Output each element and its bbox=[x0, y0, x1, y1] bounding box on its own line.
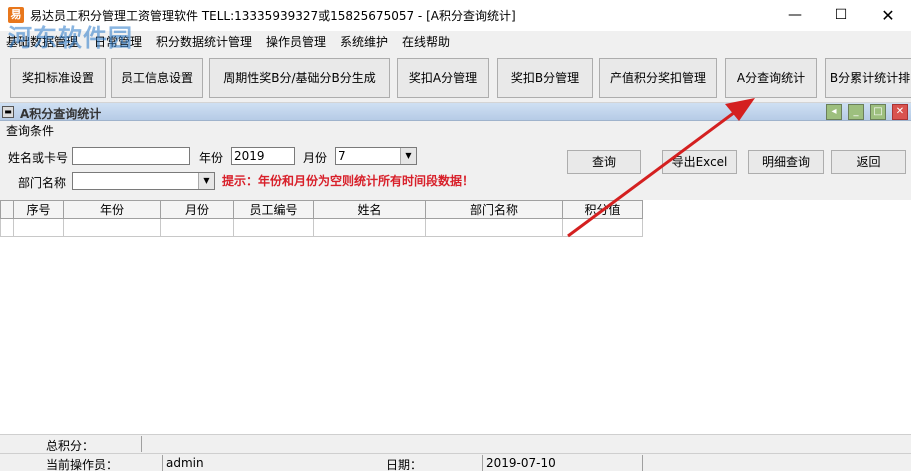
row-indicator[interactable] bbox=[0, 218, 14, 237]
close-icon[interactable]: ✕ bbox=[865, 0, 911, 31]
reward-standard-button[interactable]: 奖扣标准设置 bbox=[10, 58, 106, 98]
menu-bar: 基础数据管理 日常管理 积分数据统计管理 操作员管理 系统维护 在线帮助 bbox=[0, 31, 911, 51]
chevron-down-icon[interactable]: ▼ bbox=[198, 173, 214, 189]
child-maximize-icon[interactable]: □ bbox=[870, 104, 886, 120]
year-label: 年份 bbox=[199, 151, 224, 165]
employee-info-button[interactable]: 员工信息设置 bbox=[111, 58, 203, 98]
chevron-down-icon[interactable]: ▼ bbox=[400, 148, 416, 164]
total-points-bar: 总积分： bbox=[0, 434, 911, 453]
app-icon: 易 bbox=[8, 7, 24, 23]
col-header-department[interactable]: 部门名称 bbox=[425, 200, 563, 219]
results-grid[interactable]: 序号 年份 月份 员工编号 姓名 部门名称 积分值 bbox=[0, 200, 911, 434]
col-header-index[interactable]: 序号 bbox=[13, 200, 64, 219]
a-points-manage-button[interactable]: 奖扣A分管理 bbox=[397, 58, 489, 98]
window-menu-icon[interactable]: ▬ bbox=[2, 106, 14, 118]
child-restore-icon[interactable]: ◂ bbox=[826, 104, 842, 120]
maximize-icon[interactable]: ☐ bbox=[818, 0, 864, 31]
col-header-name[interactable]: 姓名 bbox=[313, 200, 426, 219]
cell-department[interactable] bbox=[425, 218, 563, 237]
menu-points-stats[interactable]: 积分数据统计管理 bbox=[156, 33, 252, 50]
window-title: 易达员工积分管理工资管理软件 TELL:13335939327或15825675… bbox=[30, 9, 516, 23]
window-titlebar: 易 易达员工积分管理工资管理软件 TELL:13335939327或158256… bbox=[0, 0, 911, 31]
cell-month[interactable] bbox=[160, 218, 234, 237]
cell-points[interactable] bbox=[562, 218, 643, 237]
query-group-label: 查询条件 bbox=[6, 124, 55, 138]
month-value: 7 bbox=[338, 149, 346, 163]
export-excel-button[interactable]: 导出Excel bbox=[662, 150, 737, 174]
cell-employee-id[interactable] bbox=[233, 218, 314, 237]
operator-value: admin bbox=[162, 455, 362, 471]
operator-label: 当前操作员： bbox=[46, 458, 119, 471]
name-input[interactable] bbox=[72, 147, 190, 165]
date-value: 2019-07-10 bbox=[482, 455, 642, 471]
cell-index[interactable] bbox=[13, 218, 64, 237]
hint-text: 提示：年份和月份为空则统计所有时间段数据！ bbox=[222, 174, 475, 188]
menu-operators[interactable]: 操作员管理 bbox=[266, 33, 326, 50]
col-header-points[interactable]: 积分值 bbox=[562, 200, 643, 219]
results-table: 序号 年份 月份 员工编号 姓名 部门名称 积分值 bbox=[0, 200, 643, 237]
child-window-title: A积分查询统计 bbox=[20, 107, 102, 121]
back-button[interactable]: 返回 bbox=[831, 150, 906, 174]
month-label: 月份 bbox=[303, 151, 328, 165]
dept-select[interactable]: ▼ bbox=[72, 172, 215, 190]
col-header-employee-id[interactable]: 员工编号 bbox=[233, 200, 314, 219]
child-window-titlebar: ▬ A积分查询统计 ◂ _ □ ✕ bbox=[0, 103, 911, 121]
output-points-button[interactable]: 产值积分奖扣管理 bbox=[599, 58, 717, 98]
menu-system[interactable]: 系统维护 bbox=[340, 33, 388, 50]
toolbar: 奖扣标准设置 员工信息设置 周期性奖B分/基础分B分生成 奖扣A分管理 奖扣B分… bbox=[0, 51, 911, 103]
query-button[interactable]: 查询 bbox=[567, 150, 641, 174]
table-row[interactable] bbox=[0, 218, 643, 237]
month-select[interactable]: 7 ▼ bbox=[335, 147, 417, 165]
status-bar: 当前操作员： admin 日期： 2019-07-10 bbox=[0, 453, 911, 471]
name-label: 姓名或卡号 bbox=[8, 151, 69, 165]
col-header-month[interactable]: 月份 bbox=[160, 200, 234, 219]
child-minimize-icon[interactable]: _ bbox=[848, 104, 864, 120]
row-indicator-header bbox=[0, 200, 14, 219]
cell-year[interactable] bbox=[63, 218, 161, 237]
b-points-manage-button[interactable]: 奖扣B分管理 bbox=[497, 58, 593, 98]
col-header-year[interactable]: 年份 bbox=[63, 200, 161, 219]
menu-help[interactable]: 在线帮助 bbox=[402, 33, 450, 50]
year-input[interactable]: 2019 bbox=[231, 147, 295, 165]
date-label: 日期： bbox=[386, 458, 423, 471]
total-points-value bbox=[141, 436, 911, 452]
grid-header-row: 序号 年份 月份 员工编号 姓名 部门名称 积分值 bbox=[0, 200, 643, 219]
periodic-b-generate-button[interactable]: 周期性奖B分/基础分B分生成 bbox=[209, 58, 390, 98]
status-spare-cell bbox=[642, 455, 911, 471]
minimize-icon[interactable]: — bbox=[772, 0, 818, 31]
dept-label: 部门名称 bbox=[18, 176, 67, 190]
cell-name[interactable] bbox=[313, 218, 426, 237]
b-points-stats-button[interactable]: B分累计统计排 bbox=[825, 58, 911, 98]
detail-query-button[interactable]: 明细查询 bbox=[748, 150, 824, 174]
child-close-icon[interactable]: ✕ bbox=[892, 104, 908, 120]
a-points-query-button[interactable]: A分查询统计 bbox=[725, 58, 817, 98]
total-points-label: 总积分： bbox=[46, 439, 95, 453]
menu-daily[interactable]: 日常管理 bbox=[94, 33, 142, 50]
menu-basic-data[interactable]: 基础数据管理 bbox=[6, 33, 78, 50]
